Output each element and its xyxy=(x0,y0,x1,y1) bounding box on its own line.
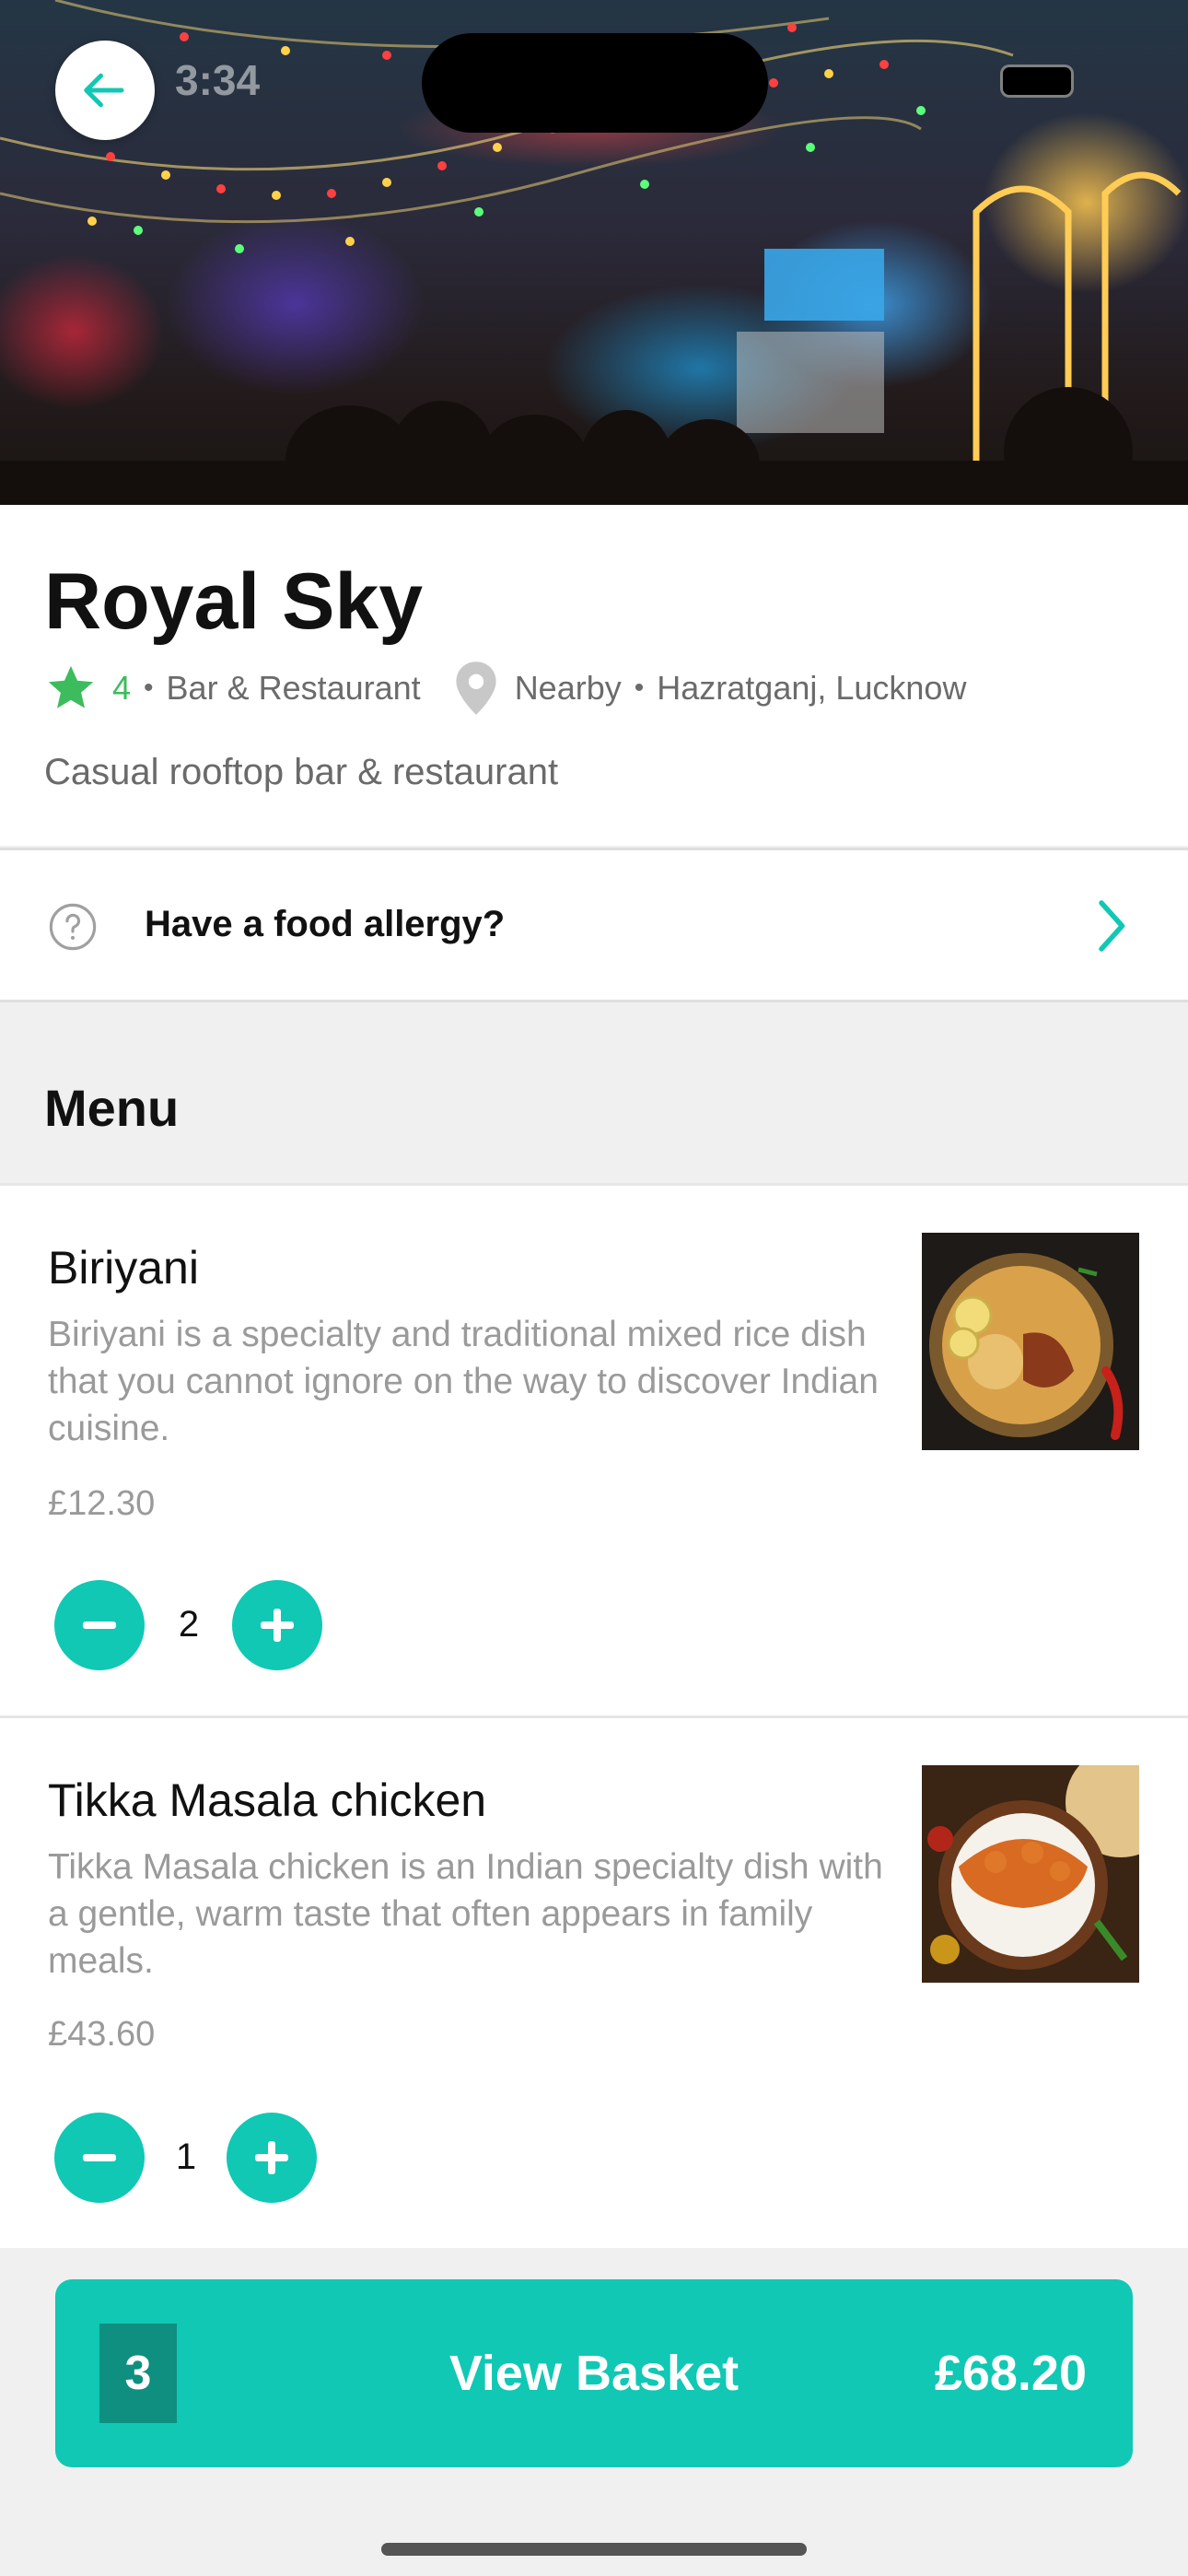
menu-item-name: Biriyani xyxy=(48,1242,199,1294)
restaurant-hero-image: 3:34 xyxy=(0,0,1188,505)
decrease-quantity-button[interactable] xyxy=(54,1580,145,1670)
basket-total: £68.20 xyxy=(934,2346,1087,2401)
restaurant-name: Royal Sky xyxy=(44,557,424,646)
battery-icon xyxy=(1000,64,1074,98)
quantity-value: 2 xyxy=(178,1604,200,1645)
menu-item-price: £12.30 xyxy=(48,1484,156,1523)
star-icon xyxy=(48,665,94,708)
question-circle-icon xyxy=(49,903,97,951)
back-button[interactable] xyxy=(55,41,155,140)
chevron-right-icon xyxy=(1099,900,1125,952)
map-pin-icon xyxy=(454,662,498,715)
status-bar-time: 3:34 xyxy=(175,56,261,104)
arrow-left-icon xyxy=(84,73,124,108)
menu-item-price: £43.60 xyxy=(48,2015,156,2054)
home-indicator[interactable] xyxy=(381,2543,807,2556)
quantity-value: 1 xyxy=(175,2137,197,2177)
increase-quantity-button[interactable] xyxy=(232,1580,322,1670)
restaurant-location: Hazratganj, Lucknow xyxy=(657,669,967,707)
view-basket-button[interactable]: 3 View Basket £68.20 xyxy=(55,2279,1133,2467)
menu-item-description: Tikka Masala chicken is an Indian specia… xyxy=(48,1847,883,1981)
restaurant-tagline: Casual rooftop bar & restaurant xyxy=(44,752,559,792)
biriyani-image xyxy=(922,1233,1139,1450)
restaurant-info: Royal Sky 4 • Bar & Restaurant Nearby • … xyxy=(0,505,1188,846)
menu-item-name: Tikka Masala chicken xyxy=(48,1774,487,1826)
increase-quantity-button[interactable] xyxy=(227,2113,317,2203)
tikka-masala-image xyxy=(922,1765,1139,1983)
decrease-quantity-button[interactable] xyxy=(54,2113,145,2203)
restaurant-category: Bar & Restaurant xyxy=(166,669,421,707)
restaurant-meta: 4 • Bar & Restaurant Nearby • Hazratganj… xyxy=(44,662,967,715)
restaurant-distance: Nearby xyxy=(514,669,622,707)
food-allergy-label: Have a food allergy? xyxy=(145,904,506,944)
menu-item-description: Biriyani is a specialty and traditional … xyxy=(48,1315,879,1448)
rating-value: 4 xyxy=(112,669,132,707)
meta-separator: • xyxy=(634,673,645,703)
menu-heading: Menu xyxy=(44,1079,180,1137)
food-allergy-row[interactable]: Have a food allergy? xyxy=(0,848,1188,1002)
meta-separator: • xyxy=(144,673,154,703)
dynamic-island xyxy=(422,33,768,133)
